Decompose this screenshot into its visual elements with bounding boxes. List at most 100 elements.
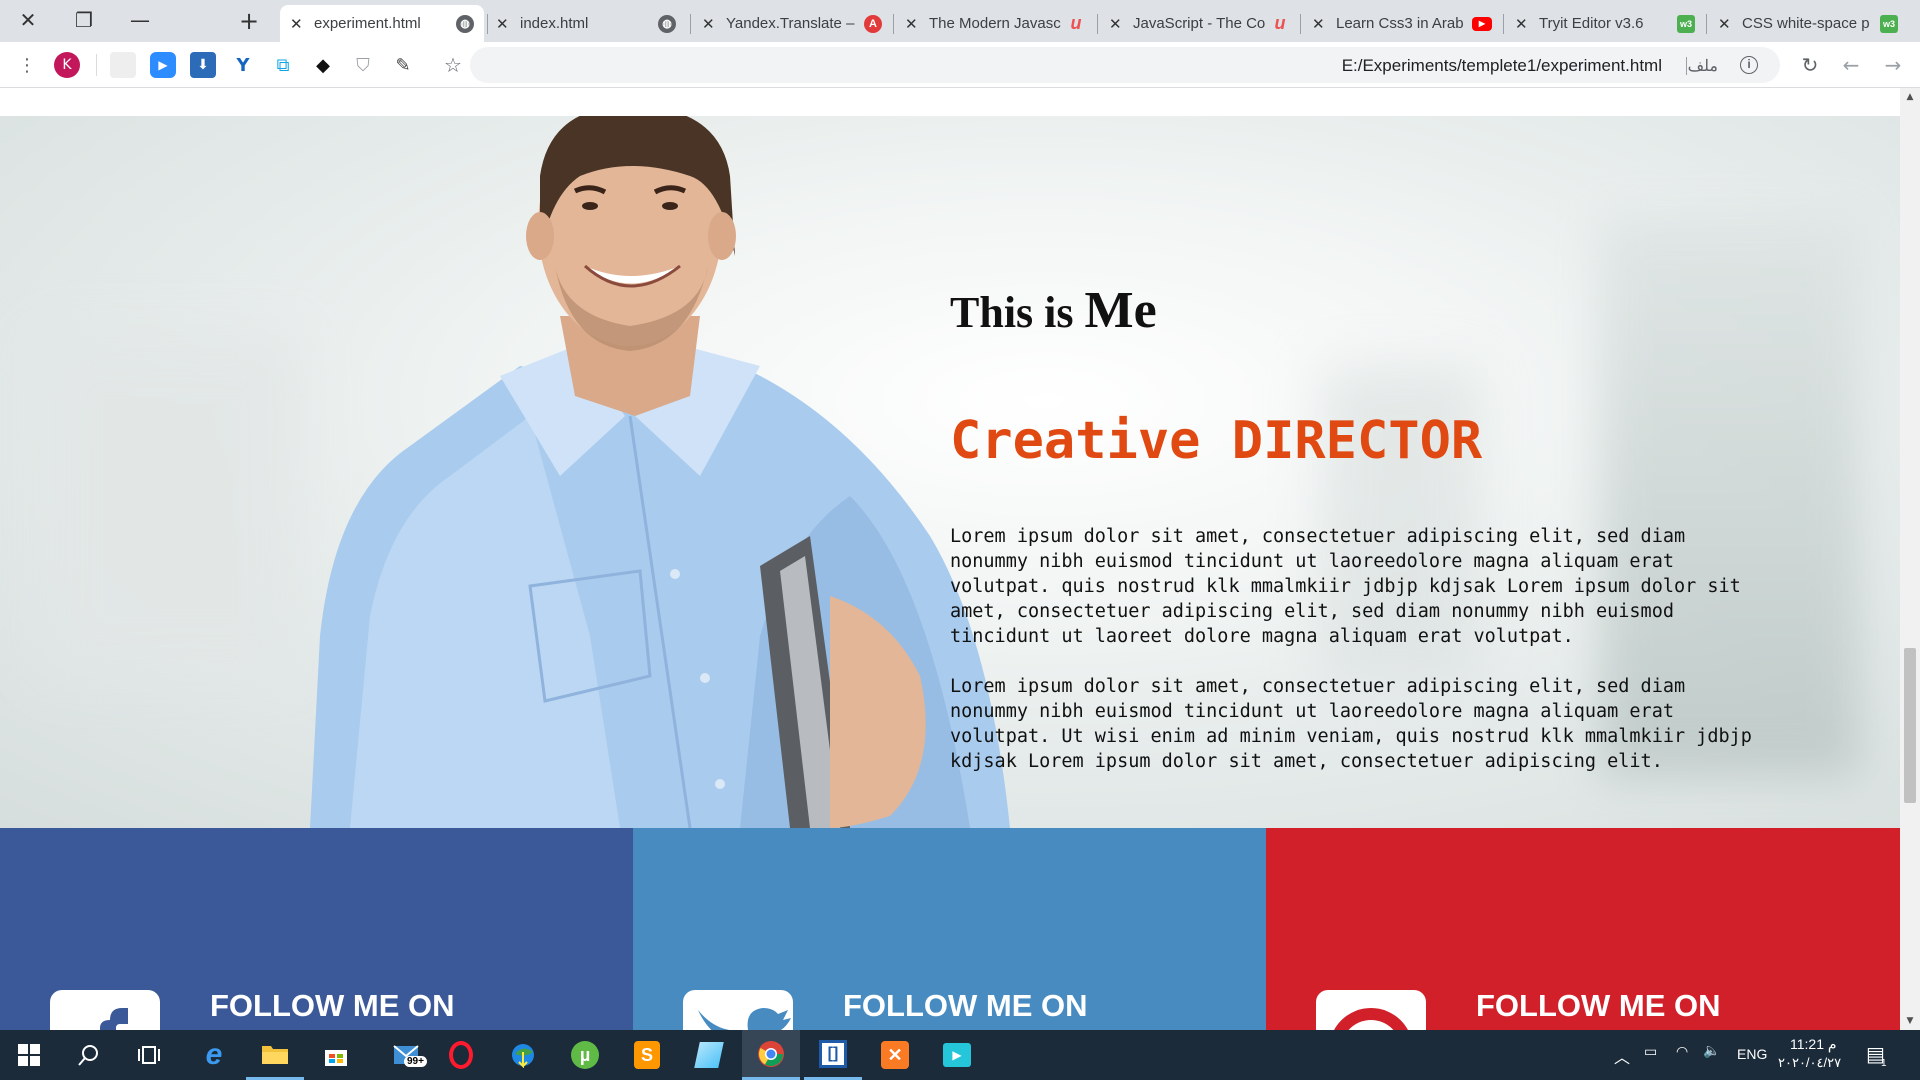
close-icon[interactable]: ✕ (702, 15, 718, 33)
search-button[interactable] (60, 1030, 118, 1080)
hero-subtitle: Creative DIRECTOR (950, 411, 1482, 471)
opera-icon (449, 1041, 473, 1069)
menu-icon[interactable]: ⋮ (14, 52, 40, 78)
shield-extension-icon[interactable]: ⛉ (350, 52, 376, 78)
tab-javascript-complete[interactable]: ✕ JavaScript - The Co u (1099, 5, 1299, 42)
taskbar-edge[interactable]: e (185, 1030, 243, 1080)
back-arrow-icon[interactable]: ← (1838, 52, 1864, 78)
language-indicator[interactable]: ENG (1737, 1046, 1767, 1062)
taskbar-sublime-text[interactable]: S (618, 1030, 676, 1080)
translate-extension-icon[interactable]: ⧉ (270, 52, 296, 78)
extension-blank-icon[interactable] (110, 52, 136, 78)
udemy-icon: u (1070, 13, 1082, 33)
tab-experiment-html[interactable]: ✕ experiment.html ◍ (280, 5, 484, 42)
address-bar[interactable]: E:/Experiments/templete1/experiment.html… (470, 47, 1780, 83)
taskbar-mail[interactable]: 99+ (376, 1030, 440, 1080)
reload-icon[interactable]: ↻ (1797, 52, 1823, 78)
pinterest-follow-block[interactable]: FOLLOW ME ON (1266, 828, 1900, 1030)
store-icon (325, 1050, 347, 1066)
scrollbar-thumb[interactable] (1904, 648, 1916, 803)
new-tab-button[interactable]: + (232, 6, 266, 36)
tab-title: experiment.html (314, 15, 421, 32)
tab-modern-javascript[interactable]: ✕ The Modern Javasc u (895, 5, 1095, 42)
battery-icon[interactable]: ▭ (1644, 1044, 1657, 1060)
notification-count: 1 (1881, 1058, 1887, 1069)
w3schools-icon: w3 (1880, 14, 1898, 33)
tab-title: The Modern Javasc (929, 15, 1061, 32)
window-restore-button[interactable]: ❐ (56, 0, 112, 40)
taskbar-opera[interactable] (432, 1030, 490, 1080)
taskbar-store[interactable] (307, 1030, 365, 1080)
search-icon (78, 1045, 98, 1066)
wifi-icon[interactable]: ◠ (1676, 1044, 1688, 1060)
eyedropper-extension-icon[interactable]: ✎ (390, 52, 416, 78)
url-scheme-label: ملف (1687, 58, 1718, 75)
tab-title: JavaScript - The Co (1133, 15, 1265, 32)
folder-icon (262, 1045, 288, 1064)
taskbar-file-explorer[interactable] (246, 1030, 304, 1080)
fish-extension-icon[interactable]: ◆ (310, 52, 336, 78)
task-view-button[interactable] (120, 1030, 178, 1080)
twitter-follow-label: FOLLOW ME ON (843, 988, 1088, 1023)
yoast-extension-icon[interactable]: Y (230, 52, 256, 78)
taskbar-xampp[interactable]: ✕ (866, 1030, 924, 1080)
clock-time[interactable]: 11:21 م (1790, 1036, 1837, 1053)
zoom-extension-icon[interactable]: ▶ (150, 52, 176, 78)
sublime-icon: S (634, 1041, 660, 1069)
page-scrollbar[interactable]: ▲ ▼ (1900, 88, 1920, 1030)
tab-separator (1300, 14, 1301, 34)
clock-date[interactable]: ٢٠٢٠/٠٤/٢٧ (1778, 1055, 1841, 1071)
facebook-follow-label: FOLLOW ME ON (210, 988, 455, 1023)
close-icon[interactable]: ✕ (1718, 15, 1734, 33)
site-info-icon[interactable]: i (1740, 56, 1758, 74)
utorrent-icon: µ (571, 1041, 599, 1069)
hero-title-bold: Me (1084, 282, 1157, 339)
windows-taskbar: e 99+ µ S [] ✕ ▶ ︿ ▭ ◠ 🔈 ENG 11:21 م ٢٠٢… (0, 1030, 1920, 1080)
scroll-up-arrow-icon[interactable]: ▲ (1900, 88, 1920, 106)
close-icon[interactable]: ✕ (1109, 15, 1125, 33)
tab-title: index.html (520, 15, 589, 32)
close-icon[interactable]: ✕ (496, 15, 512, 33)
twitter-icon (683, 990, 793, 1030)
start-button[interactable] (0, 1030, 58, 1080)
twitter-follow-block[interactable]: FOLLOW ME ON (633, 828, 1266, 1030)
task-view-icon (138, 1046, 160, 1064)
pinterest-icon (1316, 990, 1426, 1030)
taskbar-brackets[interactable]: [] (804, 1030, 862, 1080)
tab-tryit-editor[interactable]: ✕ Tryit Editor v3.6 w3 (1505, 5, 1705, 42)
tab-title: Yandex.Translate – (726, 15, 855, 32)
download-extension-icon[interactable]: ⬇ (190, 52, 216, 78)
tray-chevron-up-icon[interactable]: ︿ (1614, 1044, 1630, 1068)
browser-tab-strip: ✕ ❐ — + ✕ experiment.html ◍ ✕ index.html… (0, 0, 1920, 42)
taskbar-internet-download-manager[interactable] (494, 1030, 552, 1080)
tab-separator (1097, 14, 1098, 34)
close-icon[interactable]: ✕ (1312, 15, 1328, 33)
hero-title: This is Me (950, 281, 1157, 340)
volume-icon[interactable]: 🔈 (1703, 1043, 1720, 1059)
window-minimize-button[interactable]: — (112, 0, 168, 40)
w3schools-icon: w3 (1677, 14, 1695, 33)
screen-share-icon: ▶ (943, 1043, 971, 1067)
facebook-follow-block[interactable]: FOLLOW ME ON (0, 828, 633, 1030)
hero-subtitle-prefix: Creative (950, 411, 1201, 471)
chrome-icon (758, 1040, 784, 1067)
close-icon[interactable]: ✕ (905, 15, 921, 33)
window-close-button[interactable]: ✕ (0, 0, 56, 40)
taskbar-notes-app[interactable] (680, 1030, 738, 1080)
globe-download-icon (512, 1044, 534, 1068)
yandex-icon: A (864, 14, 882, 33)
profile-avatar[interactable]: K (54, 52, 80, 78)
tab-learn-css3[interactable]: ✕ Learn Css3 in Arab ▶ (1302, 5, 1502, 42)
tab-css-white-space[interactable]: ✕ CSS white-space p w3 (1708, 5, 1908, 42)
close-icon[interactable]: ✕ (1515, 15, 1531, 33)
scroll-down-arrow-icon[interactable]: ▼ (1900, 1012, 1920, 1030)
close-icon[interactable]: ✕ (290, 15, 306, 33)
taskbar-utorrent[interactable]: µ (556, 1030, 614, 1080)
tab-index-html[interactable]: ✕ index.html ◍ (486, 5, 686, 42)
taskbar-screen-share[interactable]: ▶ (928, 1030, 986, 1080)
taskbar-chrome[interactable] (742, 1030, 800, 1080)
hero-title-prefix: This is (950, 288, 1074, 337)
tab-yandex-translate[interactable]: ✕ Yandex.Translate – A (692, 5, 892, 42)
forward-arrow-icon[interactable]: → (1880, 52, 1906, 78)
bookmark-star-icon[interactable]: ☆ (440, 52, 466, 78)
